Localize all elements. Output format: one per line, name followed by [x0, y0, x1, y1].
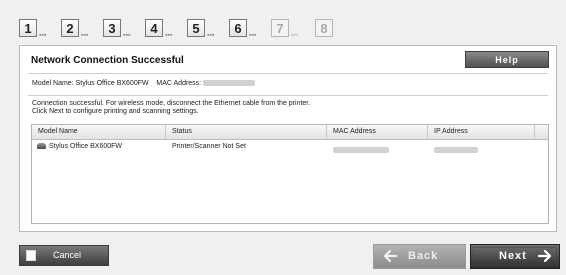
- column-header-mac[interactable]: MAC Address: [327, 125, 428, 139]
- cancel-button[interactable]: Cancel: [19, 245, 109, 266]
- cancel-label: Cancel: [53, 250, 82, 260]
- step-4: 4: [145, 19, 163, 37]
- step-8: 8: [315, 19, 333, 37]
- arrow-right-icon: [537, 249, 552, 263]
- step-2: 2: [61, 19, 79, 37]
- column-header-model[interactable]: Model Name: [32, 125, 166, 139]
- step-1: 1: [19, 19, 37, 37]
- step-3-dots: ▪▪▪: [123, 32, 131, 39]
- cell-mac-redacted: [333, 144, 389, 157]
- step-3: 3: [103, 19, 121, 37]
- status-message: Connection successful. For wireless mode…: [32, 100, 310, 116]
- next-button[interactable]: Next: [470, 244, 560, 269]
- step-6: 6: [229, 19, 247, 37]
- cell-model: Stylus Office BX600FW: [37, 140, 122, 153]
- printer-icon: [37, 143, 46, 150]
- step-7: 7: [271, 19, 289, 37]
- cell-model-text: Stylus Office BX600FW: [49, 143, 123, 150]
- mac-redacted: [333, 147, 389, 154]
- step-1-dots: ▪▪▪: [39, 32, 47, 39]
- next-label: Next: [499, 250, 527, 262]
- message-line-1: Connection successful. For wireless mode…: [32, 100, 311, 107]
- mac-address-label: MAC Address:: [156, 80, 202, 87]
- arrow-left-icon: [383, 249, 398, 263]
- back-label: Back: [408, 250, 439, 262]
- printer-table: Model Name Status MAC Address IP Address…: [31, 124, 549, 224]
- install-wizard-window: 1 ▪▪▪ 2 ▪▪▪ 3 ▪▪▪ 4 ▪▪▪ 5 ▪▪▪ 6 ▪▪▪ 7 ▪▪…: [0, 0, 566, 275]
- back-button[interactable]: Back: [373, 244, 466, 269]
- column-header-status[interactable]: Status: [166, 125, 327, 139]
- step-4-dots: ▪▪▪: [165, 32, 173, 39]
- step-5: 5: [187, 19, 205, 37]
- mac-address-redacted: [203, 80, 256, 87]
- model-name-label: Model Name:: [32, 80, 74, 87]
- step-5-dots: ▪▪▪: [207, 32, 215, 39]
- help-button[interactable]: Help: [465, 51, 549, 68]
- model-name-value: Stylus Office BX600FW: [75, 80, 149, 87]
- step-7-dots: ▪▪▪: [291, 32, 299, 39]
- column-header-ip[interactable]: IP Address: [428, 125, 535, 139]
- message-line-2: Click Next to configure printing and sca…: [32, 108, 199, 115]
- main-panel: Network Connection Successful Help Model…: [19, 45, 557, 232]
- divider: [28, 95, 548, 96]
- step-6-dots: ▪▪▪: [249, 32, 257, 39]
- ip-redacted: [434, 147, 478, 154]
- cancel-icon: [26, 250, 36, 261]
- page-title: Network Connection Successful: [31, 55, 184, 66]
- table-header: Model Name Status MAC Address IP Address: [32, 125, 548, 140]
- step-2-dots: ▪▪▪: [81, 32, 89, 39]
- divider: [28, 73, 548, 74]
- table-row[interactable]: Stylus Office BX600FW Printer/Scanner No…: [32, 140, 548, 154]
- cell-status: Printer/Scanner Not Set: [172, 143, 246, 150]
- cell-ip-redacted: [434, 144, 478, 157]
- model-info: Model Name: Stylus Office BX600FW MAC Ad…: [32, 80, 256, 87]
